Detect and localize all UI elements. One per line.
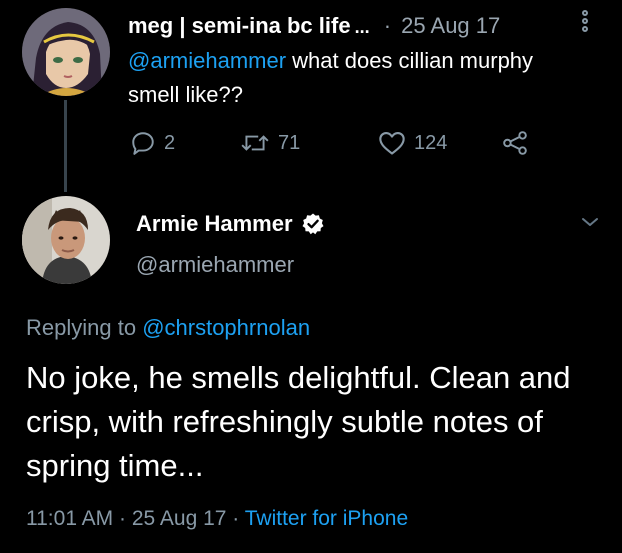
- tweet1-mention-link[interactable]: @armiehammer: [128, 48, 286, 73]
- tweet1-text: @armiehammer what does cillian murphy sm…: [128, 44, 568, 112]
- avatar-illustration: [22, 8, 110, 96]
- retweet-button[interactable]: 71: [240, 126, 300, 160]
- replying-to-mention-link[interactable]: @chrstophrnolan: [142, 315, 310, 340]
- tweet1-date-sep: ·: [383, 13, 392, 38]
- reply-count: 2: [164, 131, 176, 154]
- like-button[interactable]: 124: [378, 126, 447, 160]
- tweet1-header: meg | semi-ina bc life... · 25 Aug 17: [128, 12, 568, 40]
- share-button[interactable]: [502, 126, 528, 160]
- tweet1-date[interactable]: 25 Aug 17: [401, 13, 500, 38]
- reply-icon: [132, 132, 154, 155]
- chevron-down-icon[interactable]: [578, 212, 602, 232]
- tweet2-handle[interactable]: @armiehammer: [136, 250, 294, 280]
- tweet2-date[interactable]: 25 Aug 17: [132, 507, 227, 530]
- thread-line: [64, 100, 67, 192]
- verified-badge-icon: [302, 213, 324, 235]
- retweet-icon: [241, 135, 269, 151]
- meta-sep-1: ·: [113, 507, 132, 530]
- more-icon[interactable]: [581, 10, 593, 44]
- replying-to-prefix: Replying to: [26, 315, 143, 340]
- avatar-armie-hammer[interactable]: [22, 196, 110, 284]
- avatar-meg[interactable]: [22, 8, 110, 96]
- tweet2-display-name[interactable]: Armie Hammer: [136, 210, 293, 238]
- tweet2-time[interactable]: 11:01 AM: [26, 507, 113, 530]
- tweet2-text: No joke, he smells delightful. Clean and…: [26, 360, 571, 483]
- tweet1-action-bar: 2 71 124: [130, 126, 550, 160]
- tweet2-source-link[interactable]: Twitter for iPhone: [245, 507, 408, 530]
- like-count: 124: [414, 131, 448, 154]
- retweet-count: 71: [278, 131, 301, 154]
- meta-sep-2: ·: [226, 507, 245, 530]
- like-icon: [379, 132, 405, 155]
- replying-to: Replying to @chrstophrnolan: [26, 314, 310, 342]
- share-icon: [503, 131, 527, 155]
- tweet2-author[interactable]: Armie Hammer: [136, 210, 325, 238]
- tweet1-name-truncation: ...: [354, 17, 370, 37]
- tweet2-meta: 11:01 AM · 25 Aug 17 · Twitter for iPhon…: [26, 504, 408, 534]
- tweet1-display-name[interactable]: meg | semi-ina bc life: [128, 13, 351, 38]
- reply-button[interactable]: 2: [130, 126, 175, 160]
- avatar-photo: [22, 196, 110, 284]
